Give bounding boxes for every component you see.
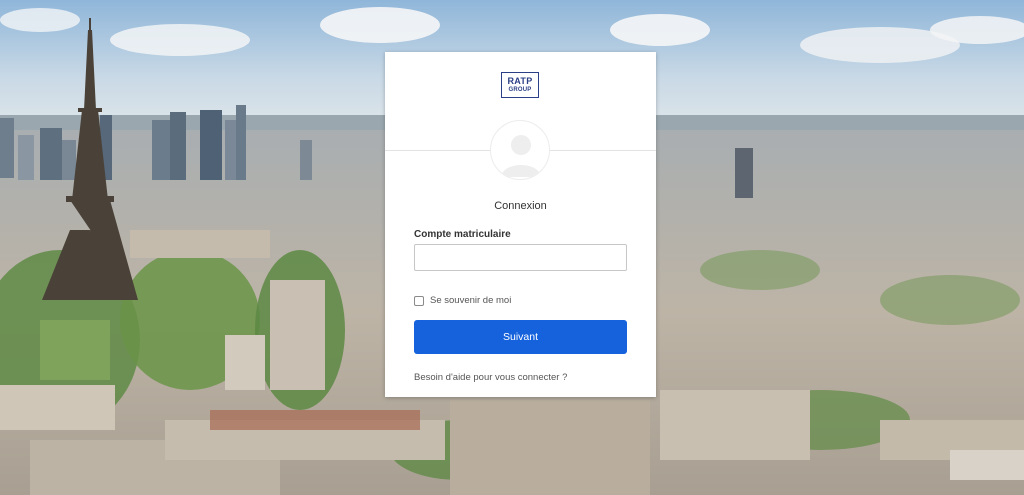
user-avatar-icon: [490, 120, 550, 180]
login-card: RATP GROUP Connexion Compte matriculaire…: [385, 52, 656, 397]
login-page: RATP GROUP Connexion Compte matriculaire…: [0, 0, 1024, 495]
ratp-group-logo: RATP GROUP: [501, 72, 539, 98]
help-link[interactable]: Besoin d'aide pour vous connecter ?: [414, 372, 567, 383]
account-input[interactable]: [414, 244, 627, 271]
logo-line-1: RATP: [507, 76, 533, 86]
remember-me-checkbox[interactable]: [414, 295, 424, 306]
login-title: Connexion: [494, 200, 547, 212]
next-button[interactable]: Suivant: [414, 320, 627, 354]
logo-line-2: GROUP: [508, 87, 532, 93]
remember-me-label: Se souvenir de moi: [430, 295, 512, 306]
account-field-label: Compte matriculaire: [414, 229, 511, 240]
remember-me-option[interactable]: Se souvenir de moi: [414, 295, 511, 306]
